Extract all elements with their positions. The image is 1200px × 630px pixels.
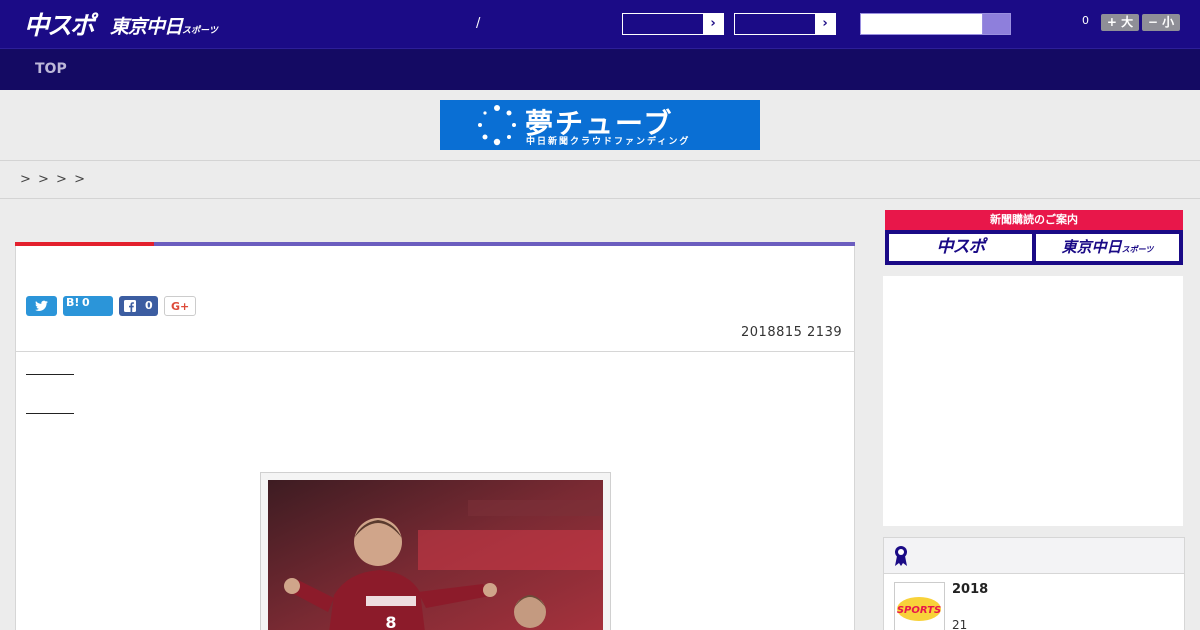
yume-tube-banner[interactable]: 夢チューブ 中日新聞クラウドファンディング: [440, 100, 760, 150]
category-select-2[interactable]: ›: [734, 13, 836, 35]
svg-text:SPORTS: SPORTS: [897, 605, 941, 616]
main-nav: TOP: [0, 48, 1200, 90]
ranking-medal-icon: [895, 546, 907, 566]
google-plus-share-button[interactable]: G+: [164, 296, 196, 316]
article-link[interactable]: [26, 374, 74, 375]
divider: [0, 198, 1200, 199]
font-smaller-button[interactable]: − 小: [1142, 14, 1180, 31]
subscribe-tokyo-button[interactable]: 東京中日スポーツ: [1036, 234, 1179, 261]
twitter-share-button[interactable]: [26, 296, 57, 316]
hatena-bookmark-button[interactable]: B! 0: [63, 296, 113, 316]
facebook-count: 0: [145, 299, 153, 312]
divider: [16, 351, 854, 352]
search-button[interactable]: [982, 13, 1011, 35]
twitter-icon: [35, 300, 48, 312]
chevron-right-icon: ›: [815, 14, 835, 34]
divider: [0, 160, 1200, 161]
tokyo-logo-small: スポーツ: [182, 26, 218, 36]
search-input[interactable]: [860, 13, 983, 35]
subscribe-chuspo-button[interactable]: 中スポ: [889, 234, 1032, 261]
subscription-box: 新聞購読のご案内 中スポ 東京中日スポーツ: [885, 210, 1183, 265]
banner-subtitle: 中日新聞クラウドファンディング: [526, 137, 691, 147]
ranking-thumbnail[interactable]: SPORTS: [894, 582, 945, 630]
tokyo-logo-text: 東京中日: [110, 16, 183, 38]
facebook-share-button[interactable]: 0: [119, 296, 158, 316]
nav-item-top[interactable]: TOP: [35, 61, 67, 77]
ranking-item-subtitle: 21: [952, 618, 968, 630]
site-header: 中スポ 東京中日スポーツ / › › 0 + 大 − 小: [0, 0, 1200, 48]
ranking-thumbnail-image: SPORTS: [896, 588, 943, 630]
facebook-icon: [124, 300, 136, 312]
chuspo-logo[interactable]: 中スポ: [24, 6, 95, 42]
article-timestamp: 2018815 2139: [741, 325, 843, 340]
header-separator: /: [476, 16, 481, 31]
google-plus-icon: G+: [171, 300, 190, 313]
subscription-heading: 新聞購読のご案内: [885, 210, 1183, 230]
hatena-count: 0: [82, 296, 90, 309]
breadcrumb[interactable]: > > > >: [20, 172, 85, 187]
article-photo[interactable]: 8: [268, 480, 603, 630]
svg-text:8: 8: [385, 613, 396, 630]
soccer-player-photo: 8: [268, 480, 603, 630]
font-larger-button[interactable]: + 大: [1101, 14, 1139, 31]
ranking-header: [884, 538, 1184, 574]
hatena-bookmark-icon: B!: [66, 296, 80, 309]
dots-circle-icon: [478, 105, 516, 146]
ranking-item-title[interactable]: 2018: [952, 582, 988, 597]
category-select-1[interactable]: ›: [622, 13, 724, 35]
article-accent-bar-red: [15, 242, 154, 246]
subscribe-tokyo-label: 東京中日: [1061, 238, 1122, 256]
ranking-box: SPORTS 2018 21: [883, 537, 1185, 630]
font-size-count: 0: [1082, 14, 1089, 27]
ad-space[interactable]: [883, 276, 1183, 526]
chevron-right-icon: ›: [703, 14, 723, 34]
subscribe-tokyo-small: スポーツ: [1121, 245, 1154, 254]
article-link[interactable]: [26, 413, 74, 414]
tokyo-chunichi-logo[interactable]: 東京中日スポーツ: [110, 12, 218, 39]
